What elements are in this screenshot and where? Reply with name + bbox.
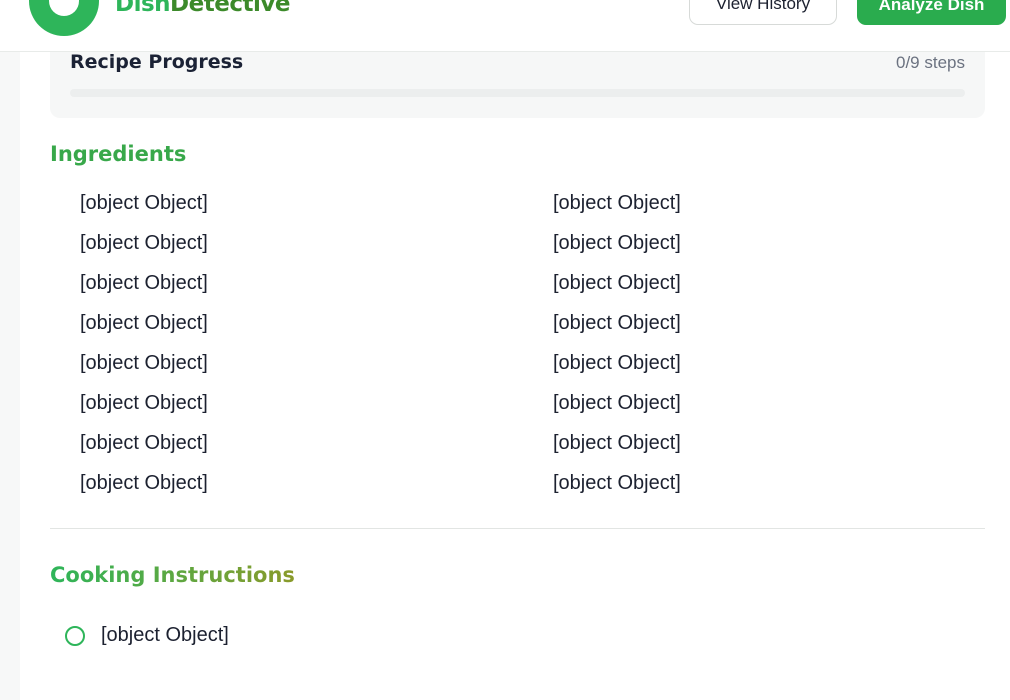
ingredient-item: [object Object] <box>553 472 681 494</box>
section-divider <box>50 528 985 529</box>
ingredient-item: [object Object] <box>553 192 681 214</box>
brand-part-dish: Dish <box>115 0 171 17</box>
ingredient-item: [object Object] <box>553 392 681 414</box>
instructions-heading: Cooking Instructions <box>50 563 295 587</box>
ingredient-item: [object Object] <box>553 352 681 374</box>
app-header: DishDetective View History Analyze Dish <box>0 0 1010 52</box>
ingredient-item: [object Object] <box>553 312 681 334</box>
brand-name[interactable]: DishDetective <box>115 0 290 17</box>
step-text: [object Object] <box>101 624 229 646</box>
brand-part-detective: Detective <box>170 0 290 17</box>
analyze-dish-button[interactable]: Analyze Dish <box>857 0 1006 25</box>
ingredient-item: [object Object] <box>80 472 208 494</box>
progress-title: Recipe Progress <box>70 51 244 73</box>
ingredient-item: [object Object] <box>553 232 681 254</box>
logo-icon[interactable] <box>29 0 99 36</box>
ingredient-item: [object Object] <box>80 432 208 454</box>
ingredient-item: [object Object] <box>80 352 208 374</box>
progress-bar <box>70 89 965 97</box>
step-checkbox-icon[interactable] <box>65 625 85 646</box>
ingredient-item: [object Object] <box>80 312 208 334</box>
ingredient-item: [object Object] <box>553 272 681 294</box>
ingredient-item: [object Object] <box>80 192 208 214</box>
ingredient-item: [object Object] <box>80 392 208 414</box>
progress-count: 0/9 steps <box>896 53 965 72</box>
ingredients-heading: Ingredients <box>50 142 187 166</box>
view-history-button[interactable]: View History <box>689 0 837 25</box>
instruction-step[interactable]: [object Object] <box>65 624 229 647</box>
ingredient-item: [object Object] <box>80 232 208 254</box>
ingredient-item: [object Object] <box>80 272 208 294</box>
ingredients-list: [object Object] [object Object] [object Ob… <box>80 183 980 503</box>
ingredient-item: [object Object] <box>553 432 681 454</box>
